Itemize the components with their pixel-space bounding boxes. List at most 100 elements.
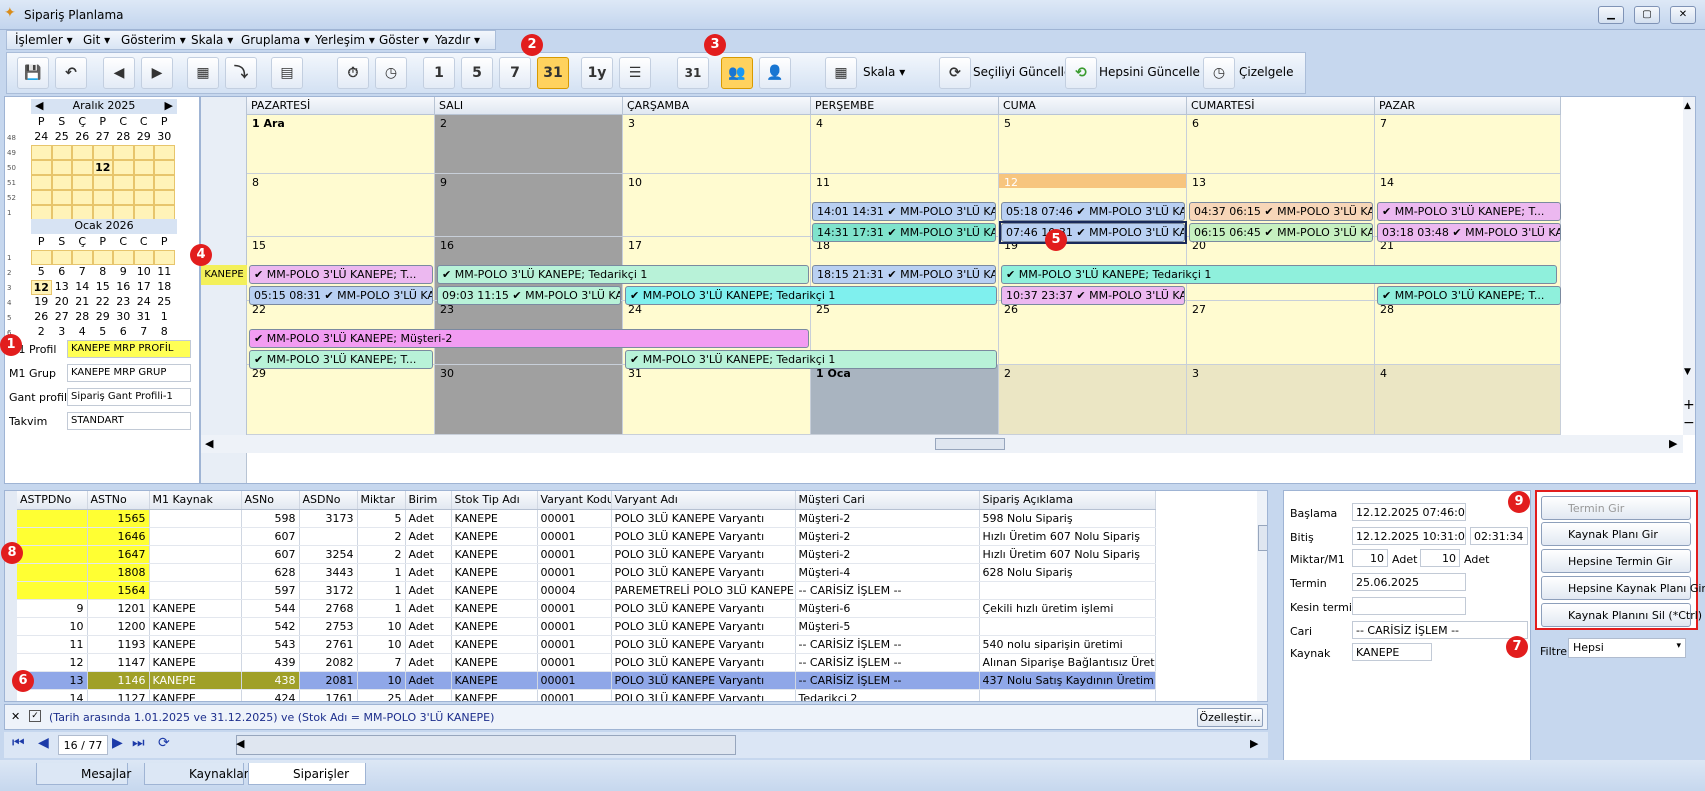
calendar-day[interactable]: 27: [52, 310, 73, 325]
day-cell[interactable]: 10: [623, 174, 811, 237]
week-view-button[interactable]: 7: [499, 57, 531, 89]
hepsine-kaynak-plani-gir-button[interactable]: Hepsine Kaynak Planı Gir: [1541, 576, 1705, 600]
calendar-day[interactable]: 28: [72, 310, 93, 325]
hepsine-termin-gir-button[interactable]: Hepsine Termin Gir: [1541, 549, 1691, 573]
next-record-icon[interactable]: ▶: [112, 735, 123, 751]
clear-filter-icon[interactable]: ✕: [11, 710, 20, 723]
schedule-event[interactable]: 03:18 03:48 ✔ MM-POLO 3'LÜ KA...: [1377, 223, 1561, 242]
calendar-day[interactable]: [154, 175, 175, 190]
calendar-group-button[interactable]: 31: [677, 57, 709, 89]
calendar-day[interactable]: [154, 250, 175, 265]
calendar-day[interactable]: [72, 160, 93, 175]
day-cell[interactable]: 9: [435, 174, 623, 237]
calendar-day[interactable]: [133, 250, 154, 265]
gant-profil-field[interactable]: Sipariş Gant Profili-1: [67, 388, 191, 406]
calendar-day[interactable]: [92, 205, 113, 220]
calendar-day[interactable]: [113, 145, 134, 160]
column-header[interactable]: M1 Kaynak: [149, 491, 242, 510]
kaynak-plani-gir-button[interactable]: Kaynak Planı Gir: [1541, 522, 1691, 546]
calendar-day[interactable]: 11: [154, 265, 175, 280]
column-header[interactable]: ASTPDNo: [17, 491, 88, 510]
calendar-day[interactable]: 28: [113, 130, 134, 145]
mini-calendar-january[interactable]: P S Ç P C C P5 6 7 8 9 10 1112 13 14 15 16 17 1819 20 21 22 23…: [31, 235, 177, 340]
clock-icon[interactable]: ◷: [375, 57, 407, 89]
schedule-event[interactable]: ✔ MM-POLO 3'LÜ KANEPE; T...: [249, 350, 433, 369]
calendar-day[interactable]: 21: [72, 295, 93, 310]
calendar-day[interactable]: 12: [31, 280, 52, 295]
schedule-event[interactable]: ✔ MM-POLO 3'LÜ KANEPE; Müşteri-2: [249, 329, 809, 348]
menu-git[interactable]: Git ▾: [83, 33, 110, 47]
calendar-day[interactable]: [72, 205, 93, 220]
calendar-day[interactable]: 19: [31, 295, 52, 310]
grid-scroll-thumb[interactable]: [1258, 525, 1267, 551]
day-cell[interactable]: 31: [623, 365, 811, 435]
miktar-field[interactable]: 10: [1352, 549, 1388, 567]
day-cell[interactable]: 3: [623, 115, 811, 174]
calendar-day[interactable]: 30: [154, 130, 175, 145]
calendar-day[interactable]: [113, 160, 134, 175]
schedule-event[interactable]: 05:18 07:46 ✔ MM-POLO 3'LÜ KA...: [1001, 202, 1185, 221]
calendar-day[interactable]: [31, 145, 52, 160]
calendar-day[interactable]: 12: [92, 160, 113, 175]
termin-field[interactable]: 25.06.2025: [1352, 573, 1466, 591]
resource-user-icon[interactable]: 👤: [759, 57, 791, 89]
column-header[interactable]: Stok Tip Adı: [451, 491, 538, 510]
calendar-day[interactable]: 27: [93, 130, 114, 145]
kesin-termin-field[interactable]: [1352, 597, 1466, 615]
menu-skala[interactable]: Skala ▾: [191, 33, 233, 47]
table-row[interactable]: 12 1147 KANEPE 439 2082 7 Adet KANEPE 00001 POLO …: [17, 653, 1156, 672]
day-cell[interactable]: 7: [1375, 115, 1561, 174]
grid-scroll-left-icon[interactable]: ◀: [236, 737, 244, 750]
m1-grup-field[interactable]: KANEPE MRP GRUP: [67, 364, 191, 382]
day-cell[interactable]: 1 Ara: [247, 115, 435, 174]
baslama-field[interactable]: 12.12.2025 07:46:00: [1352, 503, 1466, 521]
table-row[interactable]: 10 1200 KANEPE 542 2753 10 Adet KANEPE 00001 POLO…: [17, 617, 1156, 636]
menu-gosterim[interactable]: Gösterim ▾: [121, 33, 186, 47]
day-cell[interactable]: 28: [1375, 301, 1561, 365]
calendar-day[interactable]: 29: [134, 130, 155, 145]
day-cell[interactable]: 27: [1187, 301, 1375, 365]
month-scheduler[interactable]: KANEPE PAZARTESİ SALI ÇARŞAMBA PERŞEMBE CUMA…: [200, 96, 1696, 484]
record-position[interactable]: 16 / 77: [58, 735, 108, 755]
day-cell[interactable]: 3: [1187, 365, 1375, 435]
calendar-day[interactable]: [72, 190, 93, 205]
workweek-view-button[interactable]: 5: [461, 57, 493, 89]
day-cell[interactable]: 4: [811, 115, 999, 174]
schedule-event[interactable]: 04:37 06:15 ✔ MM-POLO 3'LÜ KA...: [1189, 202, 1373, 221]
filter-enabled-checkbox[interactable]: ✓: [29, 710, 41, 722]
filtre-dropdown[interactable]: Hepsi ▾: [1568, 638, 1686, 658]
save-icon[interactable]: 💾: [17, 57, 49, 89]
calendar-day[interactable]: [154, 145, 175, 160]
calendar-day[interactable]: 25: [154, 295, 175, 310]
calendar-day[interactable]: 29: [93, 310, 114, 325]
calendar-day[interactable]: 25: [52, 130, 73, 145]
resource-calendar-icon[interactable]: 👥: [721, 57, 753, 89]
calendar-day[interactable]: 10: [134, 265, 155, 280]
day-cell[interactable]: 2: [999, 365, 1187, 435]
calendar-today-icon[interactable]: ▦: [187, 57, 219, 89]
calendar-day[interactable]: [51, 205, 72, 220]
calendar-day[interactable]: [92, 250, 113, 265]
zoom-in-icon[interactable]: +: [1683, 397, 1695, 413]
update-all-icon[interactable]: ⟲: [1065, 57, 1097, 89]
column-header[interactable]: ASTNo: [87, 491, 150, 510]
calendar-day[interactable]: 7: [134, 325, 155, 340]
calendar-day[interactable]: [113, 205, 134, 220]
column-header[interactable]: Varyant Adı: [611, 491, 796, 510]
duration-field[interactable]: 02:31:34: [1470, 527, 1528, 545]
calendar-day[interactable]: 6: [52, 265, 73, 280]
column-header[interactable]: ASDNo: [299, 491, 358, 510]
day-cell[interactable]: 8: [247, 174, 435, 237]
calendar-day[interactable]: [31, 205, 52, 220]
tab-siparisler[interactable]: Siparişler: [248, 763, 366, 785]
update-all-button[interactable]: Hepsini Güncelle: [1099, 65, 1200, 79]
calendar-day[interactable]: 17: [134, 280, 155, 295]
calendar-day[interactable]: [154, 190, 175, 205]
grid-horizontal-scroll-thumb[interactable]: [236, 735, 736, 755]
table-row[interactable]: 1564 597 3172 1 Adet KANEPE 00004 PAREMETRELİ P…: [17, 581, 1156, 600]
calendar-day[interactable]: 24: [31, 130, 52, 145]
column-header[interactable]: Müşteri Cari: [795, 491, 980, 510]
schedule-event[interactable]: 14:31 17:31 ✔ MM-POLO 3'LÜ KA...: [812, 223, 996, 242]
column-header[interactable]: Miktar: [357, 491, 406, 510]
scroll-down-icon[interactable]: ▼: [1684, 367, 1691, 377]
